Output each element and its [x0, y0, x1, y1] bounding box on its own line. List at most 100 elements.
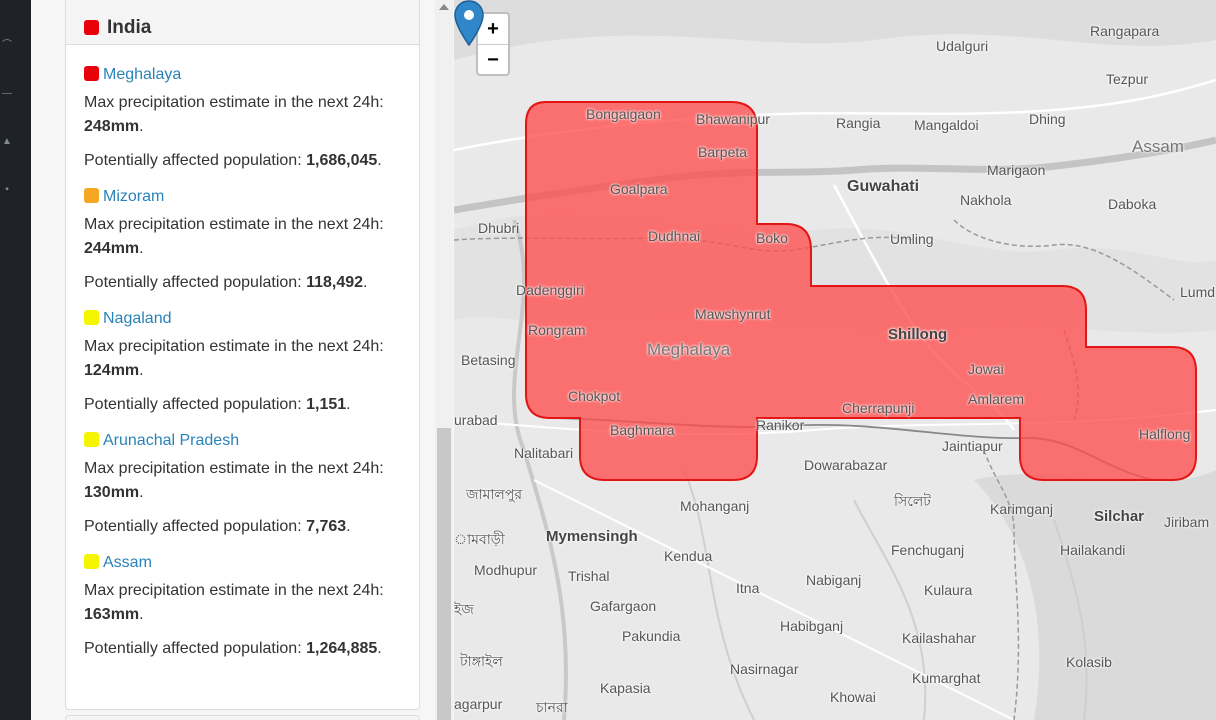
severity-swatch — [84, 188, 99, 203]
precip-text: Max precipitation estimate in the next 2… — [84, 582, 384, 623]
map-label: Kendua — [664, 548, 713, 564]
population-value: 7,763 — [306, 518, 347, 535]
map-label: Hailakandi — [1060, 542, 1126, 558]
precip-label: Max precipitation estimate in the next 2… — [84, 582, 384, 599]
region-block: Mizoram Max precipitation estimate in th… — [66, 187, 419, 295]
location-pin-icon[interactable] — [454, 0, 484, 46]
population-text: Potentially affected population: 1,686,0… — [84, 152, 382, 169]
map-label: Nalitabari — [514, 445, 574, 461]
map-label: Kulaura — [924, 582, 973, 598]
region-block: Arunachal Pradesh Max precipitation esti… — [66, 431, 419, 539]
country-card: India Meghalaya Max precipitation estima… — [65, 0, 420, 710]
map-label: Goalpara — [610, 181, 668, 197]
severity-swatch — [84, 310, 99, 325]
map-label: Rangia — [836, 115, 881, 131]
map-label: সিলেট — [894, 493, 931, 509]
map-label: Umling — [890, 231, 934, 247]
map-label: Nasirnagar — [730, 661, 799, 677]
region-link-nagaland[interactable]: Nagaland — [103, 310, 172, 327]
map-label: Amlarem — [968, 391, 1025, 407]
region-link-assam[interactable]: Assam — [103, 554, 152, 571]
map-label: Shillong — [888, 326, 948, 343]
population-text: Potentially affected population: 1,151. — [84, 396, 351, 413]
region-heading: Nagaland — [84, 309, 401, 329]
map-label: Kumarghat — [912, 670, 981, 686]
precip-value: 130mm — [84, 484, 140, 501]
precip-value: 248mm — [84, 118, 140, 135]
population-value: 1,686,045 — [306, 152, 378, 169]
region-link-arunachal-pradesh[interactable]: Arunachal Pradesh — [103, 432, 239, 449]
region-block: Nagaland Max precipitation estimate in t… — [66, 309, 419, 417]
left-rail: ⌒ — ▲ ▪ — [0, 0, 31, 720]
next-country-card[interactable] — [65, 715, 420, 720]
map-label: Rangapara — [1090, 23, 1160, 39]
map-label: Silchar — [1094, 508, 1145, 525]
map-label: Ranikor — [756, 417, 805, 433]
map-view[interactable]: + − Rangapara Udalguri Tezpur Bongaigaon… — [454, 0, 1216, 720]
zoom-out-button[interactable]: − — [478, 44, 508, 74]
map-label: টাঙ্গাইল — [460, 653, 503, 669]
minus-icon[interactable]: — — [0, 88, 14, 100]
map-label: Boko — [756, 230, 788, 246]
precip-value: 163mm — [84, 606, 140, 623]
map-label: জামালপুর — [466, 486, 523, 502]
severity-swatch — [84, 66, 99, 81]
info-panel: India Meghalaya Max precipitation estima… — [31, 0, 454, 720]
map-label: Kolasib — [1066, 654, 1112, 670]
map-label: Betasing — [461, 352, 516, 368]
map-label: Rongram — [528, 322, 586, 338]
map-label: Khowai — [830, 689, 876, 705]
map-label: Nakhola — [960, 192, 1012, 208]
region-link-mizoram[interactable]: Mizoram — [103, 188, 164, 205]
map-label: Gafargaon — [590, 598, 657, 614]
region-block: Meghalaya Max precipitation estimate in … — [66, 65, 419, 173]
map-label: Mymensingh — [546, 528, 638, 545]
precip-text: Max precipitation estimate in the next 2… — [84, 460, 384, 501]
map-label: Jowai — [968, 361, 1004, 377]
severity-swatch — [84, 554, 99, 569]
map-label: চানরা — [536, 699, 568, 715]
precip-text: Max precipitation estimate in the next 2… — [84, 94, 384, 135]
map-label: Trishal — [568, 568, 610, 584]
population-label: Potentially affected population: — [84, 518, 302, 535]
population-text: Potentially affected population: 118,492… — [84, 274, 368, 291]
map-label: Marigaon — [987, 162, 1046, 178]
precip-label: Max precipitation estimate in the next 2… — [84, 338, 384, 355]
precip-text: Max precipitation estimate in the next 2… — [84, 216, 384, 257]
map-base — [454, 0, 1216, 720]
precip-value: 244mm — [84, 240, 140, 257]
country-header: India — [66, 0, 419, 45]
population-label: Potentially affected population: — [84, 274, 302, 291]
region-link-meghalaya[interactable]: Meghalaya — [103, 66, 181, 83]
map-label: Dhubri — [478, 220, 520, 236]
precip-label: Max precipitation estimate in the next 2… — [84, 216, 384, 233]
map-label: Chokpot — [568, 388, 621, 404]
up-icon[interactable]: ▲ — [0, 136, 14, 148]
population-label: Potentially affected population: — [84, 640, 302, 657]
population-value: 1,264,885 — [306, 640, 378, 657]
population-value: 118,492 — [306, 274, 364, 291]
map-label: Mawshynrut — [695, 306, 771, 322]
precip-value: 124mm — [84, 362, 140, 379]
region-heading: Assam — [84, 553, 401, 573]
map-label: Mangaldoi — [914, 117, 979, 133]
population-value: 1,151 — [306, 396, 347, 413]
map-label: Karimganj — [990, 501, 1054, 517]
scroll-thumb[interactable] — [437, 428, 451, 720]
map-label: urabad — [454, 412, 498, 428]
map-label: Baghmara — [610, 422, 675, 438]
bars-icon[interactable]: ▪ — [0, 184, 14, 196]
map-label: ামবাড়ী — [454, 531, 505, 547]
population-label: Potentially affected population: — [84, 396, 302, 413]
map-label: Jaintiapur — [942, 438, 1003, 454]
panel-scrollbar[interactable] — [435, 0, 453, 720]
country-title: India — [107, 16, 152, 38]
map-label: Cherrapunji — [842, 400, 915, 416]
chart-icon[interactable]: ⌒ — [0, 40, 14, 52]
map-label: Dudhnai — [648, 228, 701, 244]
map-label: Habibganj — [780, 618, 844, 634]
map-label: Bongaigaon — [586, 106, 661, 122]
map-label: Guwahati — [847, 178, 920, 195]
scroll-up-icon[interactable] — [439, 4, 449, 10]
map-label: Modhupur — [474, 562, 538, 578]
